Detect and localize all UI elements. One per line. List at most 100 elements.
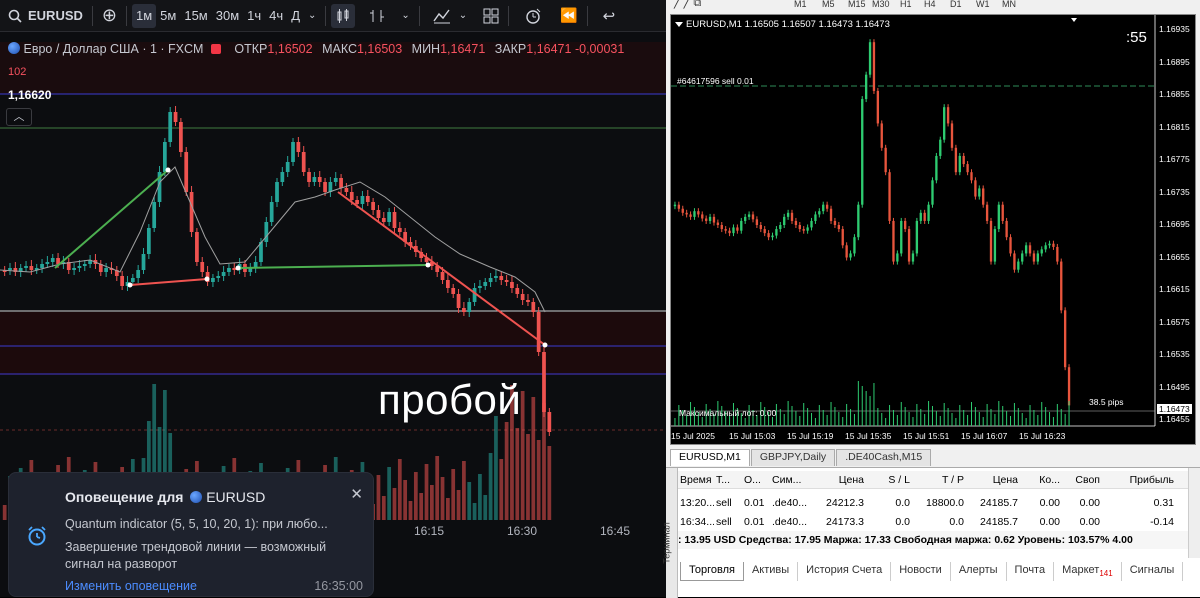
mt-candle — [1005, 220, 1008, 238]
mt-candle — [681, 208, 684, 213]
cell: 0.00 — [1039, 516, 1060, 528]
mt-candle — [806, 227, 809, 231]
period-m1[interactable]: M1 — [794, 0, 807, 9]
col-header[interactable]: Т... — [714, 474, 742, 486]
period-m30[interactable]: M30 — [872, 0, 890, 9]
search-icon[interactable] — [8, 9, 22, 23]
legend-indicator-value: 102 — [8, 66, 27, 78]
legend-high-label: МАКС — [322, 42, 357, 56]
period-m5[interactable]: M5 — [822, 0, 835, 9]
line-tool-icon[interactable]: ╱ ╱ ⧉ — [674, 0, 701, 10]
chevron-down-icon[interactable]: ⌄ — [397, 4, 413, 28]
window-tab-de40[interactable]: .DE40Cash,M15 — [836, 449, 932, 466]
volume-bar — [451, 469, 456, 520]
mt-candle — [950, 123, 954, 148]
candle — [280, 172, 285, 182]
candle — [184, 152, 189, 192]
mt-candle — [997, 204, 1000, 230]
col-header[interactable]: Сим... — [770, 474, 812, 486]
col-header[interactable]: Ко... — [1020, 474, 1062, 486]
collapse-legend-button[interactable]: ︿ — [6, 108, 32, 126]
mt-candle — [814, 214, 817, 221]
chevron-down-icon[interactable]: ⌄ — [455, 4, 471, 28]
add-symbol-icon[interactable]: ⊕ — [98, 4, 121, 28]
col-header[interactable]: О... — [742, 474, 770, 486]
timeframe-30m[interactable]: 30м — [212, 4, 243, 28]
replay-icon[interactable]: ⏪ — [556, 4, 581, 28]
candle — [8, 268, 12, 270]
volume-bar — [478, 474, 482, 520]
alert-clock-icon[interactable] — [520, 4, 546, 28]
candle — [547, 412, 552, 432]
timeframe-1h[interactable]: 1ч — [243, 4, 265, 28]
candles-icon[interactable] — [331, 3, 356, 28]
col-header[interactable]: S / L — [866, 474, 912, 486]
window-tab-eurusd[interactable]: EURUSD,M1 — [670, 449, 750, 466]
undo-icon[interactable]: ↩ — [599, 4, 620, 28]
chart-legend: Евро / Доллар США · 1 · FXCM ОТКР1,16502… — [8, 42, 624, 56]
tab-trade[interactable]: Торговля — [680, 562, 744, 581]
col-header[interactable]: Цена — [812, 474, 866, 486]
tab-news[interactable]: Новости — [891, 562, 951, 581]
window-tab-gbpjpy[interactable]: GBPJPY,Daily — [750, 449, 836, 466]
period-mn[interactable]: MN — [1002, 0, 1016, 9]
timeframe-15m[interactable]: 15м — [180, 4, 211, 28]
candle — [483, 282, 488, 286]
table-row[interactable]: 13:20... sell 0.01 .de40... 24212.3 0.0 … — [678, 494, 1188, 512]
col-header[interactable]: Своп — [1062, 474, 1102, 486]
scrollbar[interactable] — [1188, 468, 1200, 558]
mt-chart[interactable]: EURUSD,M1 1.16505 1.16507 1.16473 1.1647… — [670, 14, 1196, 445]
volume-bar — [526, 434, 530, 520]
period-h1[interactable]: H1 — [900, 0, 912, 9]
candle — [376, 210, 381, 218]
mt-candle — [861, 99, 864, 205]
period-d1[interactable]: D1 — [950, 0, 962, 9]
candle — [531, 302, 536, 312]
candle — [355, 200, 359, 204]
bar-chart-type-icon[interactable] — [365, 4, 389, 28]
col-header[interactable]: Прибыль — [1102, 474, 1176, 486]
symbol-button[interactable]: EURUSD — [24, 4, 87, 28]
chevron-down-icon[interactable]: ⌄ — [304, 4, 320, 28]
bar-countdown: :55 — [1126, 29, 1147, 46]
candle — [397, 228, 402, 232]
col-header[interactable]: Цена — [966, 474, 1020, 486]
mt-candle — [798, 225, 801, 230]
mt-candle — [697, 211, 700, 215]
period-m15[interactable]: M15 — [848, 0, 866, 9]
timeframe-5m[interactable]: 5м — [156, 4, 180, 28]
mt-candle — [763, 229, 766, 234]
table-row[interactable]: 16:34... sell 0.01 .de40... 24173.3 0.0 … — [678, 513, 1188, 531]
mt-candle — [689, 214, 692, 217]
mt-candle — [1009, 237, 1012, 254]
mt-candle — [907, 229, 911, 262]
col-header[interactable]: T / P — [912, 474, 966, 486]
mt-candle — [712, 216, 716, 223]
timeframe-d[interactable]: Д — [287, 4, 304, 28]
tab-mail[interactable]: Почта — [1007, 562, 1055, 581]
candle — [333, 178, 338, 182]
tab-history[interactable]: История Счета — [798, 562, 892, 581]
timeframe-4h[interactable]: 4ч — [265, 4, 287, 28]
indicators-icon[interactable] — [429, 4, 455, 28]
tab-signals[interactable]: Сигналы — [1122, 562, 1184, 581]
tab-market[interactable]: Маркет141 — [1054, 562, 1122, 581]
candle — [291, 142, 295, 162]
tab-alerts[interactable]: Алерты — [951, 562, 1007, 581]
period-w1[interactable]: W1 — [976, 0, 990, 9]
timeframe-1m[interactable]: 1м — [132, 3, 157, 28]
close-icon[interactable]: ✕ — [350, 485, 363, 503]
layout-grid-icon[interactable] — [479, 4, 503, 28]
candle — [195, 232, 199, 262]
candle — [141, 254, 146, 270]
period-h4[interactable]: H4 — [924, 0, 936, 9]
candle — [360, 196, 365, 204]
candle — [462, 308, 466, 312]
volume-bar — [435, 456, 440, 520]
mt-price-tick: 1.16895 — [1159, 56, 1190, 67]
col-header[interactable]: Время — [678, 474, 714, 486]
mt-candle — [919, 212, 922, 221]
candle — [285, 162, 290, 172]
tab-assets[interactable]: Активы — [744, 562, 799, 581]
edit-alert-link[interactable]: Изменить оповещение — [65, 579, 197, 593]
